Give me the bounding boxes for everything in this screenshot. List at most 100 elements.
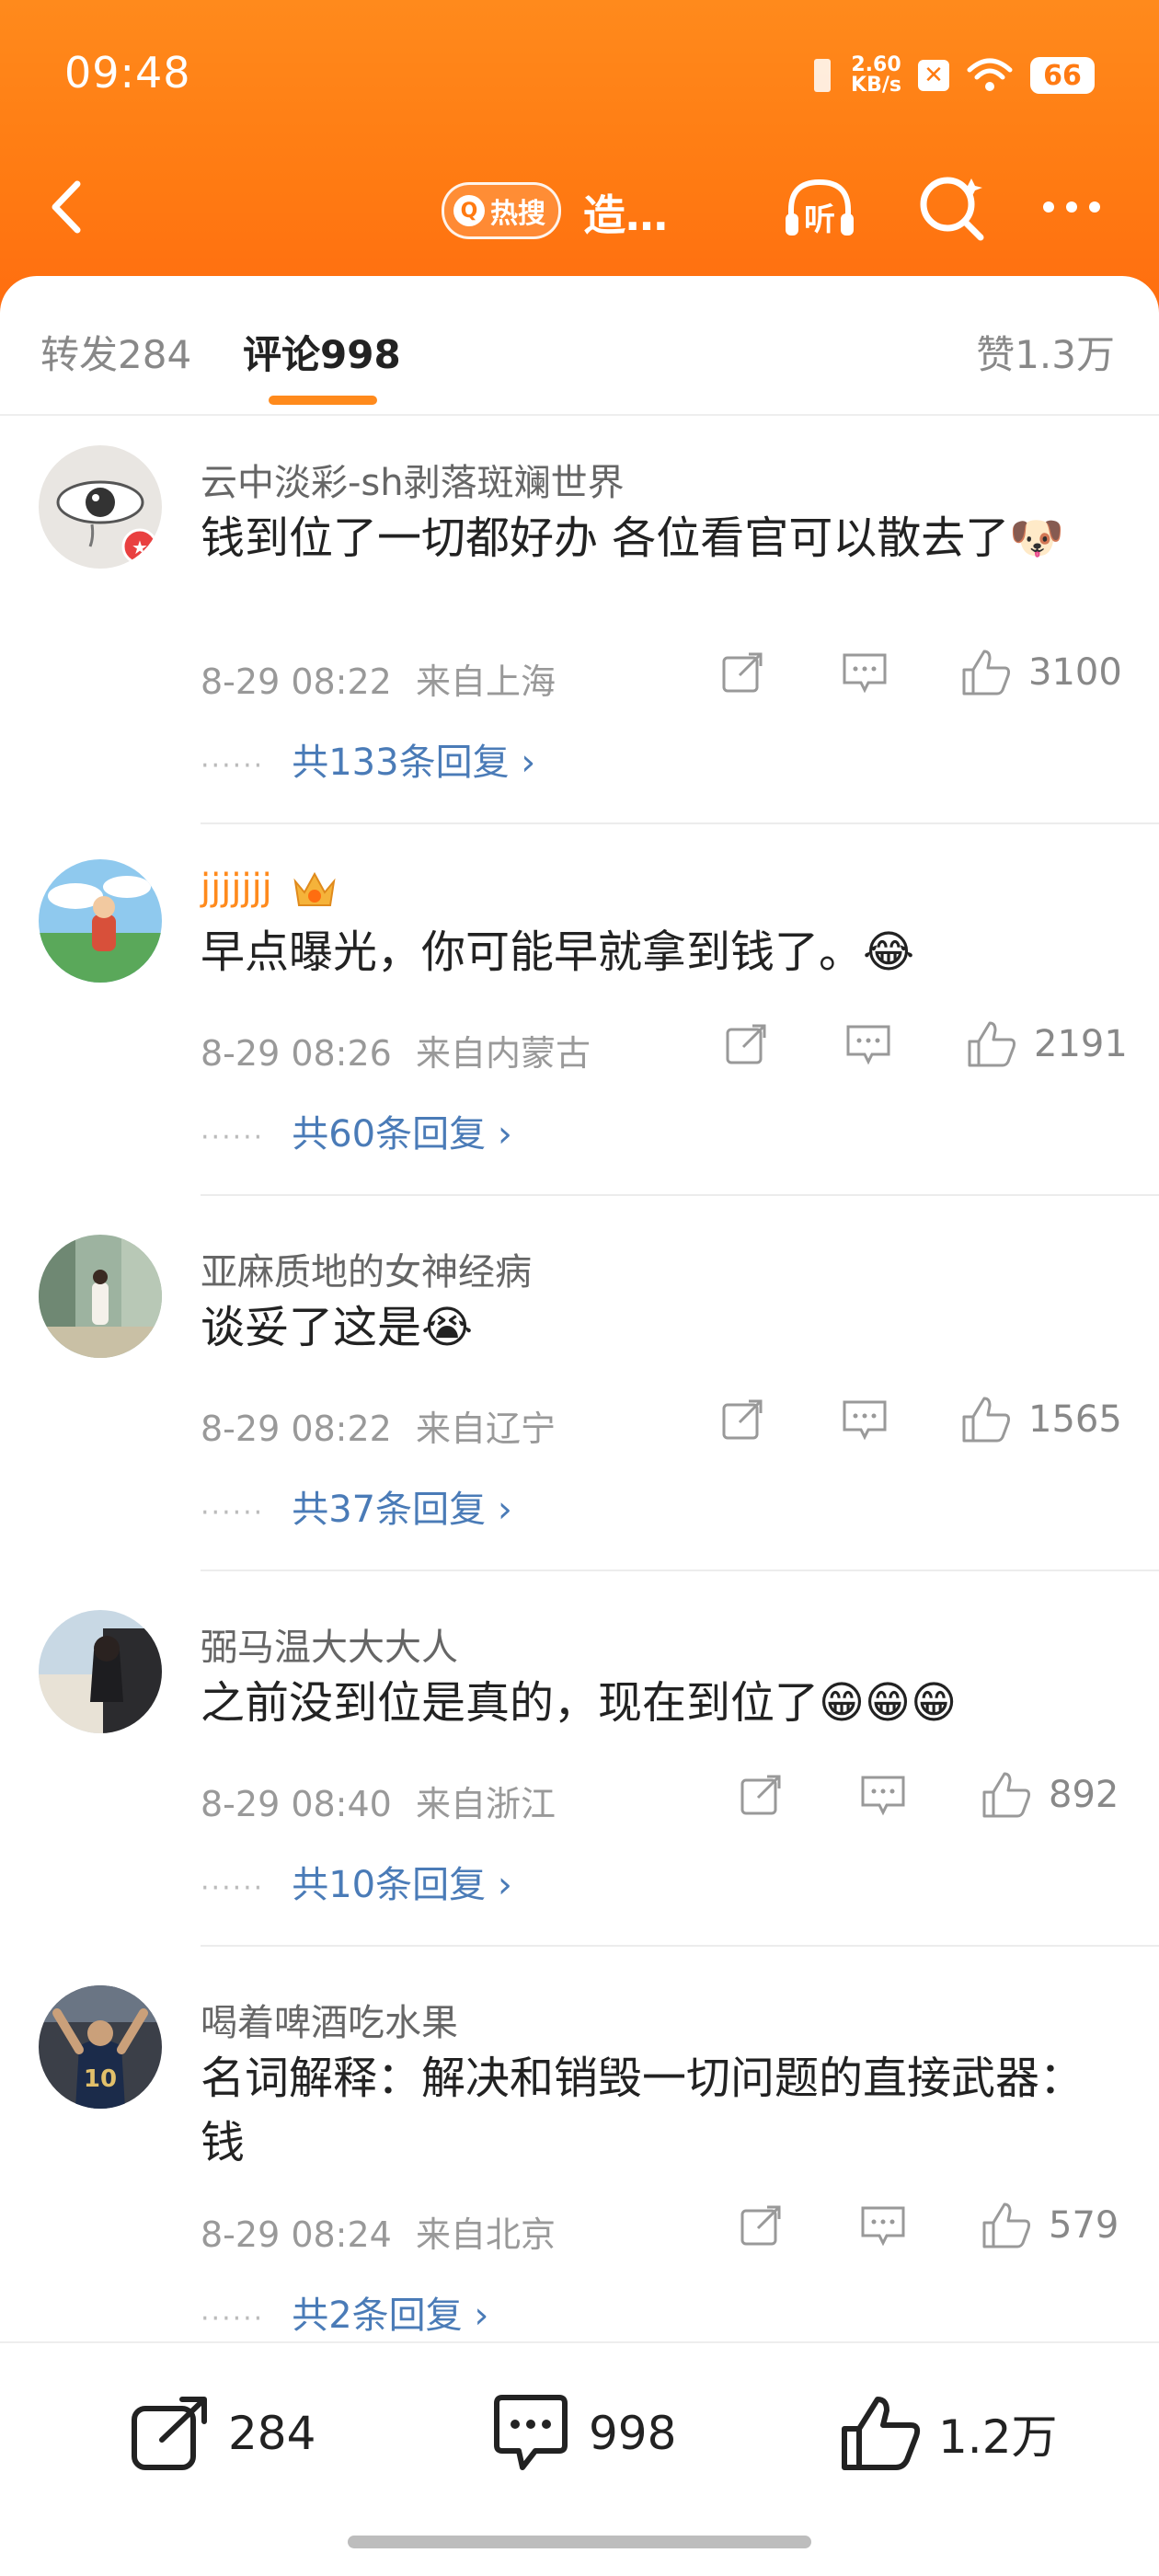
comment-meta: 8-29 08:24 来自北京	[201, 2206, 556, 2257]
thumb-up-icon	[968, 1021, 1016, 1067]
like-button[interactable]: 579	[981, 2201, 1119, 2250]
svg-text:10: 10	[84, 2065, 117, 2093]
divider	[201, 1945, 1159, 1947]
username[interactable]: 喝着啤酒吃水果	[201, 1993, 458, 2046]
comment-time: 8-29 08:40	[201, 1784, 392, 1824]
status-icons: 2.60 KB/s ✕ 66	[810, 48, 1095, 103]
comment-meta: 8-29 08:22 来自上海	[201, 653, 556, 704]
share-icon[interactable]	[719, 1397, 765, 1443]
comment-location: 来自北京	[415, 2214, 556, 2255]
like-button[interactable]: 2191	[966, 1019, 1128, 1069]
divider	[201, 1194, 1159, 1196]
chevron-right-icon: ›	[486, 1489, 512, 1531]
comment-bubble-icon	[494, 2395, 568, 2470]
reply-dots: ······	[201, 1497, 265, 1529]
comment-text: 名词解释：解决和销毁一切问题的直接武器：钱	[201, 2053, 1084, 2168]
reply-count: 共37条回复	[292, 1489, 487, 1531]
reply-count: 共60条回复	[292, 1113, 487, 1156]
home-indicator[interactable]	[348, 2536, 811, 2548]
thumb-up-icon	[962, 650, 1010, 696]
share-icon[interactable]	[719, 650, 765, 696]
reply-count: 共133条回复	[292, 742, 510, 784]
tab-active-indicator	[269, 396, 377, 405]
comment-item: 弼马温大大大人 之前没到位是真的，现在到位了😁😁😁 8-29 08:40 来自浙…	[0, 1610, 1159, 1987]
share-icon[interactable]	[723, 1021, 769, 1067]
like-count: 579	[1049, 2204, 1119, 2247]
thumb-up-icon	[982, 2202, 1030, 2248]
avatar[interactable]	[39, 1235, 162, 1358]
navbar: Q 热搜 造… 听	[0, 156, 1159, 258]
reply-icon[interactable]	[841, 1397, 889, 1443]
username[interactable]: 云中淡彩-sh剥落斑斓世界	[201, 453, 625, 506]
username-text: jjjjjjj	[201, 867, 272, 909]
view-replies-link[interactable]: ······ 共133条回复 ›	[201, 732, 535, 786]
wifi-icon	[967, 58, 1013, 91]
search-icon[interactable]	[911, 166, 993, 248]
net-speed-value: 2.60	[851, 53, 901, 76]
reply-dots: ······	[201, 1872, 265, 1904]
view-replies-link[interactable]: ······ 共60条回复 ›	[201, 1104, 512, 1157]
reply-icon[interactable]	[859, 1772, 907, 1818]
hot-search-label: 热搜	[490, 198, 545, 230]
reply-dots: ······	[201, 1121, 265, 1154]
username[interactable]: 弼马温大大大人	[201, 1617, 458, 1671]
reply-icon[interactable]	[859, 2202, 907, 2248]
view-replies-link[interactable]: ······ 共2条回复 ›	[201, 2285, 488, 2339]
chevron-right-icon: ›	[462, 2294, 489, 2337]
comment-meta: 8-29 08:26 来自内蒙古	[201, 1025, 591, 1075]
share-icon[interactable]	[738, 2202, 784, 2248]
hot-search-badge[interactable]: Q 热搜	[442, 182, 561, 239]
avatar[interactable]	[39, 1610, 162, 1733]
comment-text: 早点曝光，你可能早就拿到钱了。😂	[201, 926, 915, 978]
page-title: 造…	[583, 190, 668, 240]
comment-text: 谈妥了这是😭	[201, 1302, 474, 1353]
repost-share-icon	[132, 2397, 207, 2470]
listen-headphone-icon[interactable]: 听	[778, 166, 861, 248]
like-count: 1565	[1028, 1398, 1122, 1441]
view-replies-link[interactable]: ······ 共10条回复 ›	[201, 1855, 512, 1908]
comment-button[interactable]: 998	[489, 2394, 676, 2473]
comment-count: 998	[589, 2407, 677, 2460]
reply-dots: ······	[201, 2303, 265, 2335]
username[interactable]: 亚麻质地的女神经病	[201, 1242, 532, 1295]
tab-likes[interactable]: 赞1.3万	[976, 324, 1115, 380]
like-button[interactable]: 3100	[960, 648, 1122, 697]
header: 09:48 2.60 KB/s ✕ 66 Q 热搜 造… 听	[0, 0, 1159, 313]
chevron-right-icon: ›	[486, 1864, 512, 1906]
net-speed: 2.60 KB/s	[851, 55, 901, 96]
comment-location: 来自内蒙古	[415, 1033, 591, 1074]
like-button[interactable]: 1565	[960, 1395, 1122, 1444]
like-post-button[interactable]: 1.2万	[839, 2394, 1058, 2473]
like-count: 3100	[1028, 651, 1122, 694]
tab-comment[interactable]: 评论998	[243, 324, 401, 380]
comment-time: 8-29 08:22	[201, 1409, 392, 1449]
svg-text:★: ★	[132, 536, 148, 558]
comment-location: 来自上海	[415, 661, 556, 702]
avatar[interactable]: 10	[39, 1985, 162, 2109]
reply-icon[interactable]	[844, 1021, 892, 1067]
reply-count: 共10条回复	[292, 1864, 487, 1906]
like-button[interactable]: 892	[981, 1770, 1119, 1820]
battery-level: 66	[1030, 57, 1095, 94]
view-replies-link[interactable]: ······ 共37条回复 ›	[201, 1479, 512, 1533]
reply-dots: ······	[201, 750, 265, 782]
more-icon[interactable]	[1030, 166, 1113, 248]
divider	[201, 1570, 1159, 1571]
comment-time: 8-29 08:22	[201, 661, 392, 702]
username[interactable]: jjjjjjj	[201, 867, 338, 911]
comment-location: 来自辽宁	[415, 1409, 556, 1449]
sim-off-icon: ✕	[918, 60, 949, 91]
comment-text: 钱到位了一切都好办 各位看官可以散去了🐶	[201, 512, 1065, 564]
avatar[interactable]: ★	[39, 445, 162, 569]
share-icon[interactable]	[738, 1772, 784, 1818]
repost-button[interactable]: 284	[129, 2394, 316, 2473]
thumb-up-icon	[982, 1772, 1030, 1818]
back-arrow-icon[interactable]	[37, 175, 101, 239]
avatar[interactable]	[39, 859, 162, 983]
divider	[201, 822, 1159, 824]
chevron-right-icon: ›	[486, 1113, 512, 1156]
comment-time: 8-29 08:26	[201, 1033, 392, 1074]
reply-icon[interactable]	[841, 650, 889, 696]
tab-repost[interactable]: 转发284	[40, 324, 191, 380]
comment-meta: 8-29 08:22 来自辽宁	[201, 1400, 556, 1451]
